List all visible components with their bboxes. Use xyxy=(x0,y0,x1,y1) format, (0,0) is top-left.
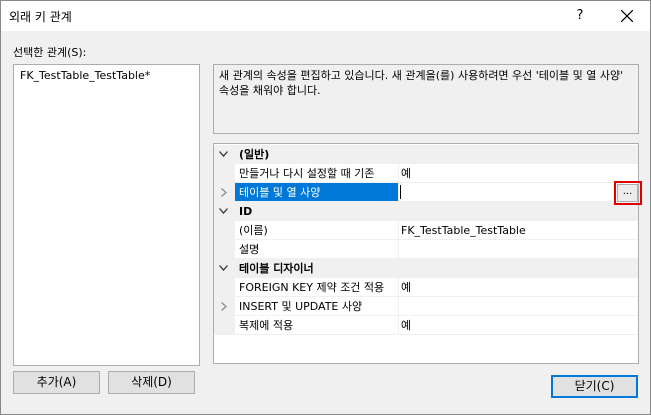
property-row-table-column-spec[interactable]: 테이블 및 열 사양 xyxy=(214,183,638,202)
category-label: (일반) xyxy=(239,148,270,161)
category-label: ID xyxy=(239,205,253,218)
relationships-list[interactable]: FK_TestTable_TestTable* xyxy=(13,64,200,366)
close-button[interactable] xyxy=(610,1,644,31)
add-button[interactable]: 추가(A) xyxy=(13,371,100,394)
title-bar xyxy=(1,1,650,31)
category-id[interactable]: ID xyxy=(214,202,638,221)
delete-button[interactable]: 삭제(D) xyxy=(108,371,195,394)
close-icon xyxy=(621,10,633,22)
highlight-box xyxy=(614,181,642,205)
property-row[interactable]: 설명 xyxy=(214,240,638,259)
help-button[interactable]: ? xyxy=(566,1,594,31)
property-value-editor[interactable] xyxy=(398,183,638,202)
chevron-right-icon[interactable] xyxy=(221,188,227,197)
property-row[interactable]: 만들거나 다시 설정할 때 기존 예 xyxy=(214,164,638,183)
category-label: 테이블 디자이너 xyxy=(239,262,314,275)
property-row[interactable]: (이름) FK_TestTable_TestTable xyxy=(214,221,638,240)
property-name: (이름) xyxy=(235,221,398,240)
chevron-down-icon[interactable] xyxy=(219,151,228,157)
category-general[interactable]: (일반) xyxy=(214,145,638,164)
property-row[interactable]: INSERT 및 UPDATE 사양 xyxy=(214,297,638,316)
property-name: 만들거나 다시 설정할 때 기존 xyxy=(235,164,398,183)
property-name: INSERT 및 UPDATE 사양 xyxy=(235,297,398,316)
close-dialog-button[interactable]: 닫기(C) xyxy=(551,375,638,398)
relationships-label: 선택한 관계(S): xyxy=(13,46,87,59)
property-value[interactable]: 예 xyxy=(398,316,638,335)
chevron-down-icon[interactable] xyxy=(219,208,228,214)
chevron-right-icon[interactable] xyxy=(221,302,227,311)
property-row[interactable]: FOREIGN KEY 제약 조건 적용 예 xyxy=(214,278,638,297)
property-value[interactable]: 예 xyxy=(398,164,638,183)
property-grid[interactable]: (일반) 만들거나 다시 설정할 때 기존 예 테이블 및 열 사양 ID (이… xyxy=(213,143,639,364)
property-value[interactable]: 예 xyxy=(398,278,638,297)
property-row[interactable]: 복제에 적용 예 xyxy=(214,316,638,335)
window-title: 외래 키 관계 xyxy=(9,10,72,24)
property-value[interactable] xyxy=(398,240,638,259)
property-name: 복제에 적용 xyxy=(235,316,398,335)
text-caret xyxy=(400,185,401,199)
property-name: 테이블 및 열 사양 xyxy=(235,183,398,202)
property-name: FOREIGN KEY 제약 조건 적용 xyxy=(235,278,398,297)
category-table-designer[interactable]: 테이블 디자이너 xyxy=(214,259,638,278)
description-box: 새 관계의 속성을 편집하고 있습니다. 새 관계을(를) 사용하려면 우선 '… xyxy=(213,64,639,134)
property-name: 설명 xyxy=(235,240,398,259)
property-value[interactable]: FK_TestTable_TestTable xyxy=(398,221,638,240)
chevron-down-icon[interactable] xyxy=(219,265,228,271)
relationship-item[interactable]: FK_TestTable_TestTable* xyxy=(17,68,153,83)
property-value[interactable] xyxy=(398,297,638,316)
